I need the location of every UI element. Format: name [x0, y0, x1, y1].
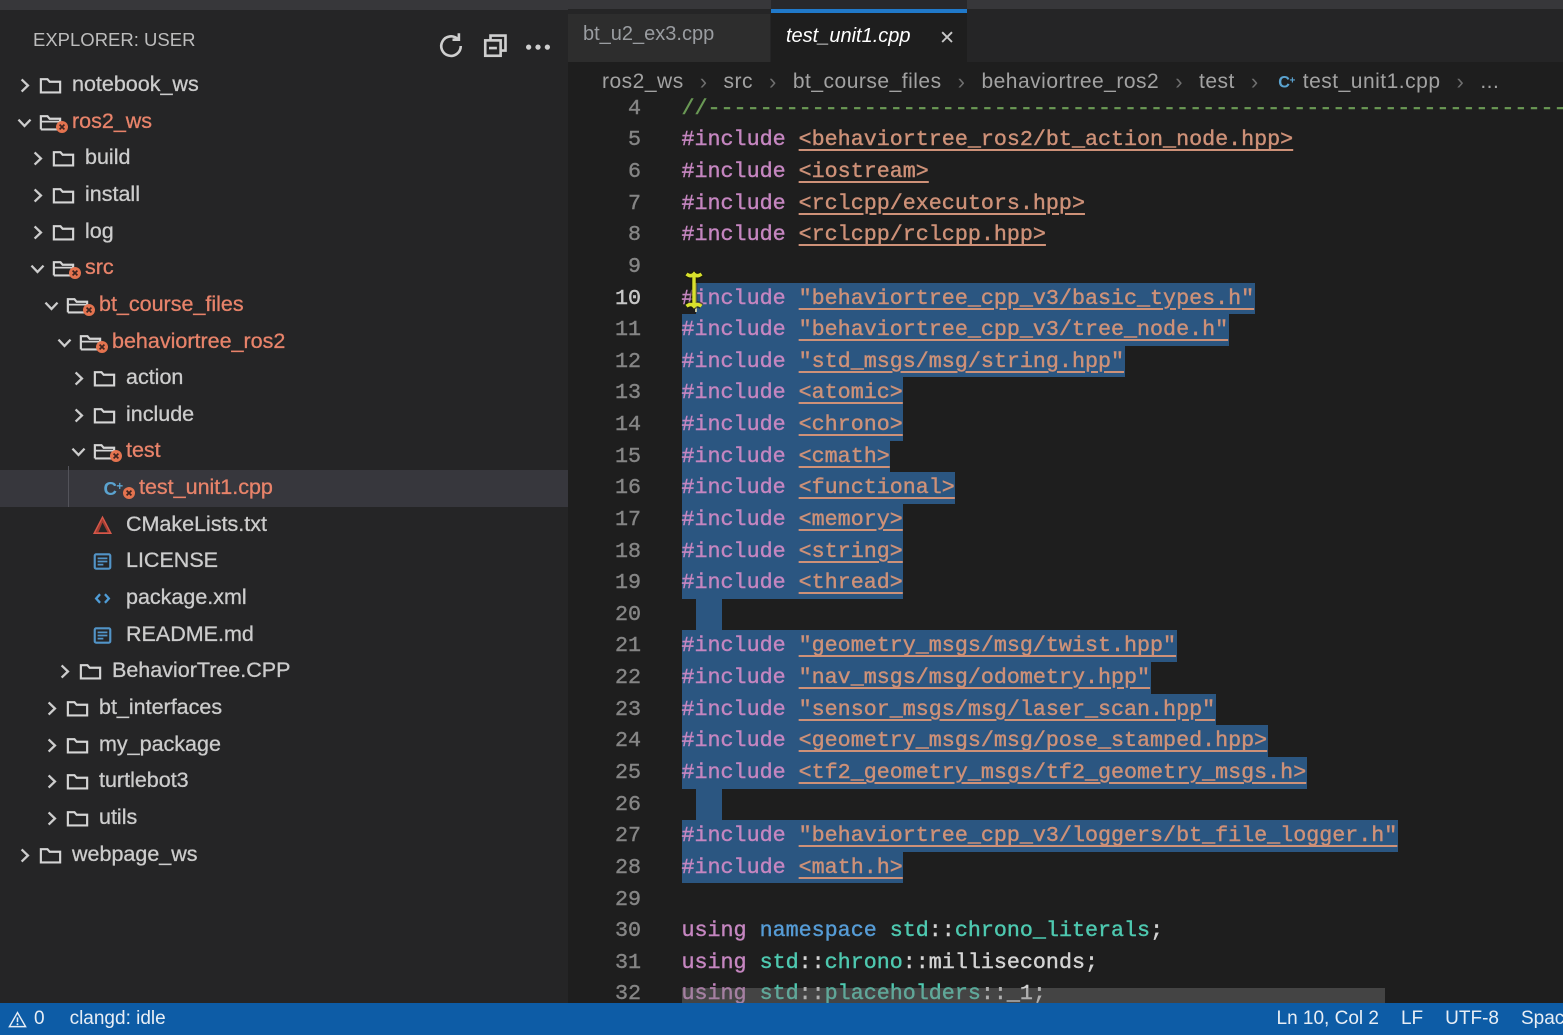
- svg-text:C: C: [103, 478, 116, 499]
- svg-text:+: +: [1289, 75, 1295, 86]
